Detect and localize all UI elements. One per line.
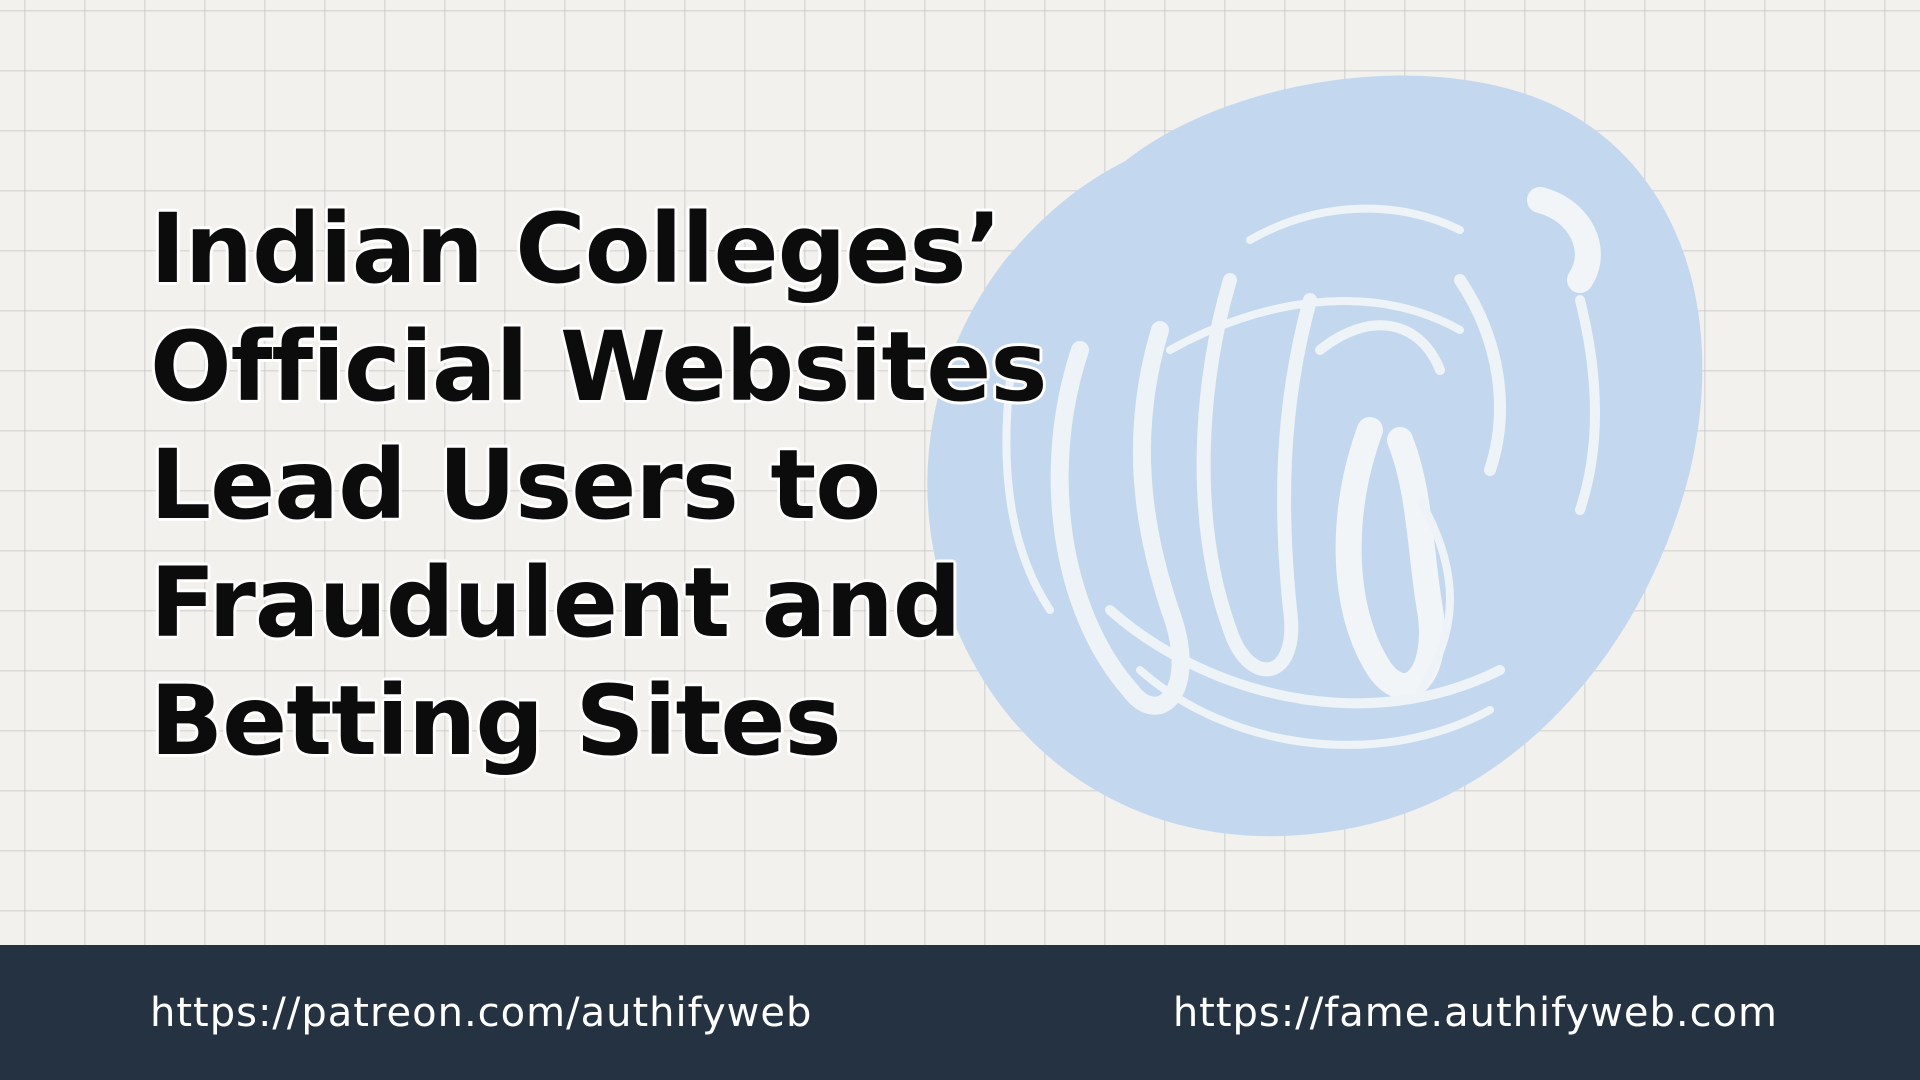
title-line-2: Official Websites (150, 311, 1047, 423)
fame-link[interactable]: https://fame.authifyweb.com (1173, 990, 1778, 1036)
article-title: Indian Colleges’ Official Websites Lead … (150, 190, 1110, 780)
title-line-4: Fraudulent and (150, 547, 961, 659)
title-line-3: Lead Users to (150, 429, 881, 541)
patreon-link[interactable]: https://patreon.com/authifyweb (150, 990, 812, 1036)
title-line-5: Betting Sites (150, 665, 842, 777)
footer-bar: https://patreon.com/authifyweb https://f… (0, 945, 1920, 1080)
title-line-1: Indian Colleges’ (150, 193, 1002, 305)
